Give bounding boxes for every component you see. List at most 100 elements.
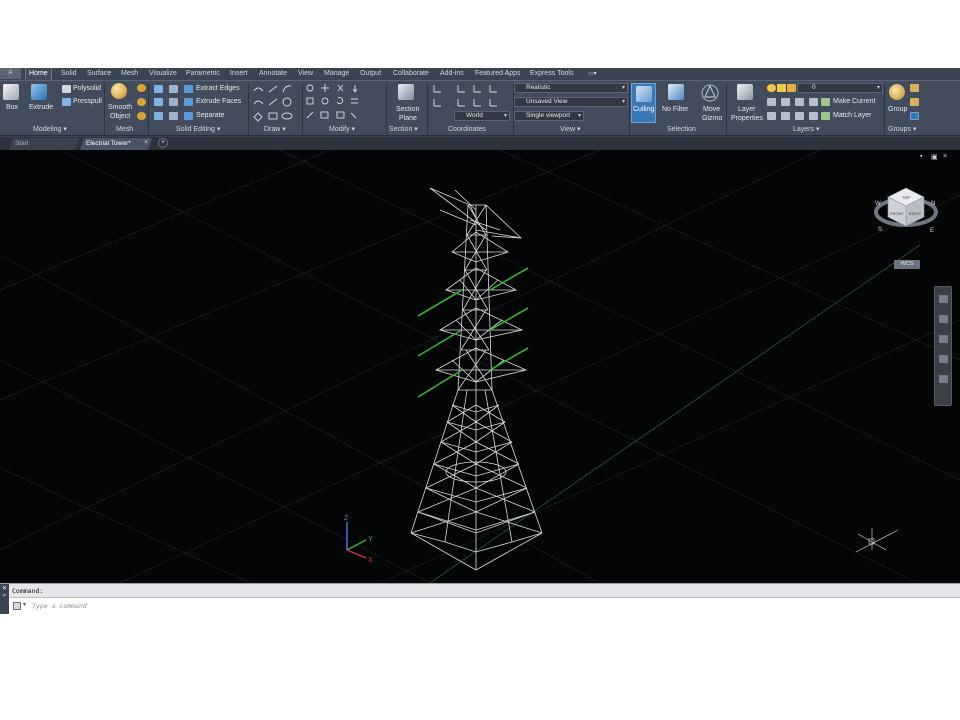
orbit-icon[interactable] [939,355,948,363]
mesh-panel-title[interactable]: Mesh [116,125,133,135]
groups-panel-title[interactable]: Groups ▾ [888,125,916,135]
make-current-icon[interactable] [821,98,830,106]
intersect-icon[interactable] [154,112,163,120]
command-line-handle[interactable]: ✕ ⌕ [0,584,9,614]
layer-dropdown[interactable]: 0 [797,83,883,93]
presspull-label[interactable]: Presspull [73,97,102,106]
tab-visualize[interactable]: Visualize [146,68,180,80]
zoom-icon[interactable] [939,335,948,343]
viewport-restore-icon[interactable]: ▣ [931,153,938,161]
layer-label[interactable]: Layer [738,105,756,114]
section-plane-icon[interactable] [398,84,414,100]
solid-tool-icon[interactable] [169,85,178,93]
solid-tool-icon[interactable] [169,112,178,120]
polysolid-icon[interactable] [62,85,71,93]
modify-tools-icon[interactable] [305,83,383,123]
group-selection-icon[interactable] [910,112,919,120]
doc-tab-start[interactable]: Start [9,138,79,150]
viewport-minimize-icon[interactable]: ▪ [920,153,922,160]
smooth-object-icon[interactable] [111,83,127,99]
selection-panel-title[interactable]: Selection [667,125,696,135]
viewcube-front-face[interactable]: FRONT [890,211,904,216]
command-recent-dropdown-icon[interactable]: ▾ [23,601,26,608]
box-label[interactable]: Box [6,103,18,112]
viewport-configuration-dropdown[interactable]: Single viewport [514,111,584,121]
tab-annotate[interactable]: Annotate [256,68,290,80]
layer-freeze-icon[interactable] [777,84,786,92]
plane-label[interactable]: Plane [399,114,417,123]
layer-tool-icon[interactable] [767,112,776,120]
drawing-viewport[interactable]: Z Y X ▪ ▣ × TOP FRONT RIGHT S E N W WCS [0,150,960,583]
tab-express-tools[interactable]: Express Tools [527,68,576,80]
view-panel-title[interactable]: View ▾ [560,125,581,135]
close-tab-icon[interactable]: × [144,139,148,146]
layer-tool-icon[interactable] [809,112,818,120]
separate-label[interactable]: Separate [196,111,224,120]
tab-add-ins[interactable]: Add-ins [437,68,467,80]
culling-label[interactable]: Culling [633,105,654,114]
layer-tool-icon[interactable] [781,98,790,106]
move-gizmo-icon[interactable] [700,83,720,103]
selection-filter-icon[interactable] [668,84,684,100]
no-filter-label[interactable]: No Filter [662,105,688,114]
solid-tool-icon[interactable] [169,98,178,106]
ungroup-icon[interactable] [910,84,919,92]
tab-home[interactable]: Home [25,68,52,80]
tab-parametric[interactable]: Parametric [183,68,223,80]
extrude-label[interactable]: Extrude [29,103,53,112]
navigation-bar[interactable] [934,286,952,406]
command-customize-icon[interactable] [13,602,21,610]
tab-solid[interactable]: Solid [58,68,80,80]
section-panel-title[interactable]: Section ▾ [389,125,418,135]
layer-lock-icon[interactable] [787,84,796,92]
steering-wheel-icon[interactable] [939,295,948,303]
tab-output[interactable]: Output [357,68,384,80]
box-icon[interactable] [3,84,19,100]
move-label[interactable]: Move [703,105,720,114]
separate-icon[interactable] [184,112,193,120]
group-icon[interactable] [889,84,905,100]
viewport-close-icon[interactable]: × [943,153,947,160]
layers-panel-title[interactable]: Layers ▾ [793,125,819,135]
layer-tool-icon[interactable] [809,98,818,106]
pan-icon[interactable] [939,315,948,323]
polysolid-label[interactable]: Polysolid [73,84,101,93]
tab-insert[interactable]: Insert [227,68,251,80]
layer-tool-icon[interactable] [795,112,804,120]
presspull-icon[interactable] [62,98,71,106]
visual-style-dropdown[interactable]: Realistic [514,83,628,93]
showmotion-icon[interactable] [939,375,948,383]
application-menu-button[interactable]: A [0,68,21,79]
extract-edges-icon[interactable] [184,85,193,93]
draw-panel-title[interactable]: Draw ▾ [264,125,286,135]
viewcube[interactable]: TOP FRONT RIGHT S E N W [868,178,940,238]
tab-mesh[interactable]: Mesh [118,68,141,80]
gizmo-label[interactable]: Gizmo [702,114,722,123]
tab-collaborate[interactable]: Collaborate [390,68,432,80]
tab-view[interactable]: View [295,68,316,80]
group-label[interactable]: Group [888,105,907,114]
match-layer-label[interactable]: Match Layer [833,111,872,120]
subtract-icon[interactable] [154,98,163,106]
viewcube-top-face[interactable]: TOP [902,195,910,200]
smooth-label[interactable]: Smooth [108,103,132,112]
extrude-faces-icon[interactable] [184,98,193,106]
command-input[interactable] [32,601,332,611]
ucs-world-dropdown[interactable]: World [454,111,510,121]
ribbon-display-toggle-icon[interactable]: ▭▾ [588,70,603,78]
extrude-icon[interactable] [31,84,47,100]
tab-surface[interactable]: Surface [84,68,114,80]
mesh-tool-icon[interactable] [137,112,146,120]
layer-tool-icon[interactable] [781,112,790,120]
tab-manage[interactable]: Manage [321,68,352,80]
new-tab-icon[interactable]: + [158,138,168,148]
layer-properties-icon[interactable] [737,84,753,100]
tab-featured-apps[interactable]: Featured Apps [472,68,524,80]
union-icon[interactable] [154,85,163,93]
layer-on-icon[interactable] [767,84,776,92]
wcs-menu[interactable]: WCS [894,260,920,269]
mesh-tool-icon[interactable] [137,98,146,106]
viewcube-right-face[interactable]: RIGHT [909,211,922,216]
modify-panel-title[interactable]: Modify ▾ [329,125,355,135]
doc-tab-electrial-tower[interactable]: Electrial Tower* [80,138,152,150]
